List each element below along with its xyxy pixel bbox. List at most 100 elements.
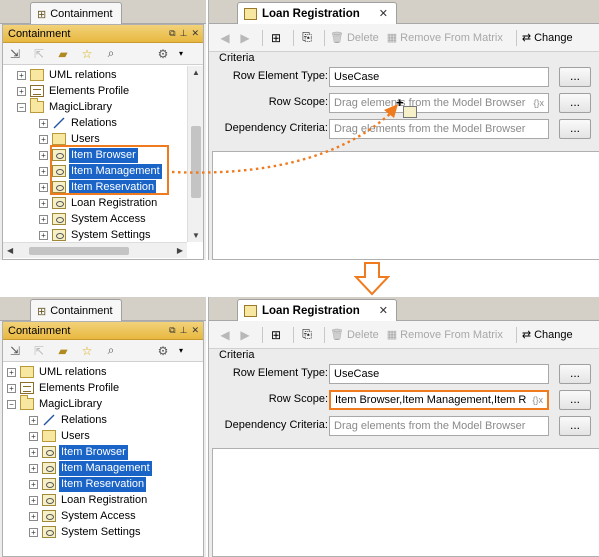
open-folder-icon[interactable]: ▰	[55, 343, 71, 359]
expand-icon[interactable]: ⇱	[31, 46, 47, 62]
dependency-criteria-field[interactable]: Drag elements from the Model Browser	[329, 119, 549, 139]
close-icon[interactable]: ✕	[379, 7, 388, 20]
restore-icon[interactable]: ⧉	[169, 325, 175, 336]
tree-item-system-settings[interactable]: + System Settings	[29, 524, 142, 539]
matrix-area[interactable]	[212, 151, 599, 260]
row-element-type-field[interactable]: UseCase	[329, 364, 549, 384]
gear-icon[interactable]: ⚙	[155, 46, 171, 62]
collapse-all-icon[interactable]: ⇲	[7, 46, 23, 62]
open-folder-icon[interactable]: ▰	[55, 46, 71, 62]
scroll-thumb[interactable]	[191, 126, 201, 198]
expand-icon[interactable]: +	[39, 118, 48, 128]
expand-icon[interactable]: +	[39, 182, 48, 192]
tree-item-users[interactable]: + Users	[29, 428, 92, 444]
expand-icon[interactable]: ⇱	[31, 343, 47, 359]
pin-icon[interactable]: ⊥	[180, 28, 188, 39]
tree-item-uml-relations[interactable]: + UML relations	[17, 67, 118, 83]
expand-icon[interactable]: +	[29, 447, 38, 457]
dependency-criteria-button[interactable]: ...	[559, 416, 591, 436]
scroll-thumb[interactable]	[29, 247, 129, 255]
expand-icon[interactable]: +	[29, 479, 38, 489]
gear-icon[interactable]: ⚙	[155, 343, 171, 359]
forward-icon[interactable]: ▶	[237, 30, 253, 46]
expand-icon[interactable]: +	[39, 166, 48, 176]
row-element-type-field[interactable]: UseCase	[329, 67, 549, 87]
scroll-down-icon[interactable]: ▼	[192, 231, 200, 240]
structure-icon[interactable]: ⊞	[268, 30, 284, 46]
tree-item-loan-registration[interactable]: + Loan Registration	[29, 492, 149, 508]
row-scope-button[interactable]: ...	[559, 390, 591, 410]
expand-icon[interactable]: +	[7, 383, 16, 393]
expand-icon[interactable]: +	[39, 134, 48, 144]
structure-icon[interactable]: ⊞	[268, 327, 284, 343]
expand-icon[interactable]: +	[39, 198, 48, 208]
tree-item-relations[interactable]: + Relations	[29, 412, 109, 428]
back-icon[interactable]: ◀	[217, 30, 233, 46]
delete-button[interactable]: 🗑 Delete	[330, 31, 379, 45]
dependency-criteria-field[interactable]: Drag elements from the Model Browser	[329, 416, 549, 436]
tree-item-item-browser[interactable]: + Item Browser	[29, 444, 128, 460]
export-icon[interactable]: ⎘	[299, 327, 315, 343]
expand-icon[interactable]: +	[17, 70, 26, 80]
tree-item-uml-relations[interactable]: + UML relations	[7, 364, 108, 380]
close-icon[interactable]: ✕	[379, 304, 388, 317]
back-icon[interactable]: ◀	[217, 327, 233, 343]
tree-item-magiclibrary[interactable]: − MagicLibrary	[7, 395, 104, 412]
pin-icon[interactable]: ⊥	[180, 325, 188, 336]
row-element-type-button[interactable]: ...	[559, 364, 591, 384]
collapse-all-icon[interactable]: ⇲	[7, 343, 23, 359]
tree-item-system-access[interactable]: + System Access	[29, 508, 138, 524]
scroll-up-icon[interactable]: ▲	[192, 68, 200, 77]
tree-item-magiclibrary[interactable]: − MagicLibrary	[17, 98, 114, 115]
close-panel-icon[interactable]: ✕	[191, 28, 199, 39]
tree-item-system-settings[interactable]: + System Settings	[39, 227, 152, 242]
expand-icon[interactable]: +	[29, 495, 38, 505]
row-element-type-button[interactable]: ...	[559, 67, 591, 87]
expand-icon[interactable]: +	[39, 230, 48, 240]
expand-icon[interactable]: +	[29, 527, 38, 537]
chevron-down-icon[interactable]: ▾	[179, 346, 183, 355]
expand-icon[interactable]: +	[29, 415, 38, 425]
dependency-criteria-button[interactable]: ...	[559, 119, 591, 139]
search-icon[interactable]: ⌕	[103, 46, 119, 62]
star-icon[interactable]: ☆	[79, 46, 95, 62]
tree-item-system-access[interactable]: + System Access	[39, 211, 148, 227]
tree-item-item-reservation[interactable]: + Item Reservation	[29, 476, 147, 492]
restore-icon[interactable]: ⧉	[169, 28, 175, 39]
row-scope-field[interactable]: Drag elements from the Model Browser {}x	[329, 93, 549, 113]
change-button[interactable]: ⇄ Change	[522, 31, 573, 45]
tab-containment[interactable]: ⊞ Containment	[30, 299, 122, 322]
expand-icon[interactable]: +	[7, 367, 16, 377]
tree-item-elements-profile[interactable]: + Elements Profile	[7, 380, 121, 396]
expression-icon[interactable]: {}x	[533, 94, 544, 112]
tree-item-item-management[interactable]: + Item Management	[29, 460, 152, 476]
tree-item-elements-profile[interactable]: + Elements Profile	[17, 83, 131, 99]
horizontal-scrollbar[interactable]: ◀ ▶	[3, 242, 187, 258]
tab-containment[interactable]: ⊞ Containment	[30, 2, 122, 25]
tree-item-loan-registration[interactable]: + Loan Registration	[39, 195, 159, 211]
expression-icon[interactable]: {}x	[530, 392, 543, 408]
row-scope-button[interactable]: ...	[559, 93, 591, 113]
delete-button[interactable]: 🗑 Delete	[330, 328, 379, 342]
tree-item-relations[interactable]: + Relations	[39, 115, 119, 131]
forward-icon[interactable]: ▶	[237, 327, 253, 343]
vertical-scrollbar[interactable]: ▲ ▼	[187, 66, 203, 242]
collapse-icon[interactable]: −	[17, 102, 26, 112]
collapse-icon[interactable]: −	[7, 399, 16, 409]
star-icon[interactable]: ☆	[79, 343, 95, 359]
close-panel-icon[interactable]: ✕	[191, 325, 199, 336]
expand-icon[interactable]: +	[39, 214, 48, 224]
scroll-left-icon[interactable]: ◀	[7, 246, 13, 255]
scroll-right-icon[interactable]: ▶	[177, 246, 183, 255]
expand-icon[interactable]: +	[29, 511, 38, 521]
expand-icon[interactable]: +	[29, 463, 38, 473]
change-button[interactable]: ⇄ Change	[522, 328, 573, 342]
row-scope-field[interactable]: Item Browser,Item Management,Item R {}x	[329, 390, 549, 410]
remove-from-matrix-button[interactable]: ▦ Remove From Matrix	[387, 328, 503, 342]
expand-icon[interactable]: +	[29, 431, 38, 441]
expand-icon[interactable]: +	[17, 86, 26, 96]
matrix-area[interactable]	[212, 448, 599, 557]
chevron-down-icon[interactable]: ▾	[179, 49, 183, 58]
expand-icon[interactable]: +	[39, 150, 48, 160]
tab-loan-registration[interactable]: Loan Registration ✕	[237, 2, 397, 25]
